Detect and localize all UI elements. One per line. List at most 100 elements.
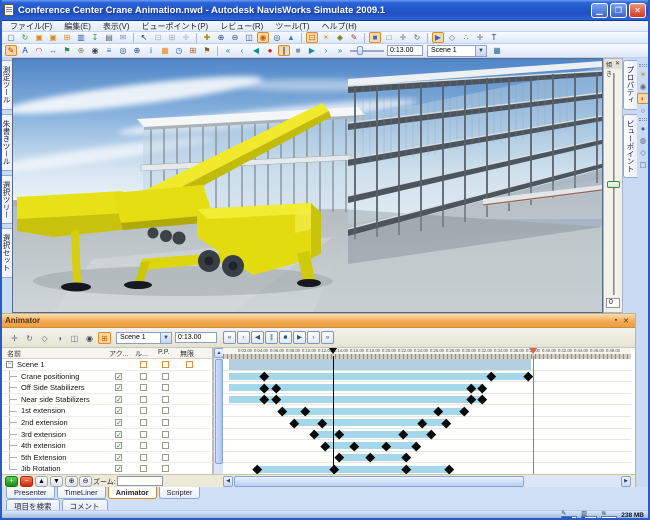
tree-row[interactable]: Crane positioning	[1, 371, 213, 383]
loop-checkbox[interactable]	[140, 442, 147, 449]
pp-checkbox[interactable]	[162, 384, 169, 391]
slider-thumb[interactable]	[357, 46, 363, 55]
timeline-row[interactable]	[223, 382, 631, 394]
tilt-close-icon[interactable]: ✕	[615, 60, 620, 68]
pp-checkbox[interactable]	[162, 419, 169, 426]
step-back-button[interactable]: ‹	[237, 331, 250, 344]
animation-position-slider[interactable]	[350, 46, 384, 55]
loop-checkbox[interactable]	[140, 361, 147, 368]
clock-timeliner-icon[interactable]: ◷	[173, 45, 185, 56]
nav-cube-icon[interactable]: ■	[369, 32, 381, 43]
no-lights-icon[interactable]: ○	[637, 105, 649, 116]
scroll-left-icon[interactable]: ◀	[223, 476, 233, 487]
panel-tab-timeliner[interactable]: TimeLiner	[57, 487, 106, 499]
pp-checkbox[interactable]	[162, 396, 169, 403]
step-back-icon[interactable]: ‹	[236, 45, 248, 56]
shaded-render-icon[interactable]: ◍	[637, 135, 649, 146]
infinite-checkbox[interactable]	[186, 361, 193, 368]
keyframe-key-icon[interactable]: ◆	[334, 32, 346, 43]
panel-tab-presenter[interactable]: Presenter	[6, 487, 55, 499]
cloud-markup-icon[interactable]: ◠	[33, 45, 45, 56]
tilt-slider-handle[interactable]	[607, 181, 620, 188]
timeline-ruler[interactable]: 0:02.000:04.000:06.000:08.000:10.000:12.…	[223, 348, 631, 359]
loop-checkbox[interactable]	[140, 419, 147, 426]
timeline-row[interactable]	[223, 417, 631, 429]
pp-checkbox[interactable]	[162, 442, 169, 449]
chevron-down-icon[interactable]: ▼	[160, 333, 171, 343]
zoom-in-timeline-button[interactable]: ⊕	[65, 476, 78, 487]
play-reverse-icon[interactable]: ◀	[250, 45, 262, 56]
play-reverse-button[interactable]: ◀	[251, 331, 264, 344]
edit-pencil-icon[interactable]: ✎	[348, 32, 360, 43]
active-checkbox[interactable]	[115, 431, 122, 438]
active-checkbox[interactable]	[115, 384, 122, 391]
playhead-marker[interactable]	[329, 348, 337, 354]
active-checkbox[interactable]	[115, 454, 122, 461]
pin-icon[interactable]: ▪	[611, 317, 621, 324]
menu-item-2[interactable]: 表示(V)	[97, 21, 136, 32]
right-tab-1[interactable]: ビューポイント	[623, 114, 637, 179]
fly-icon[interactable]: ▲	[285, 32, 297, 43]
wireframe-render-icon[interactable]: ◇	[637, 147, 649, 158]
loop-checkbox[interactable]	[140, 465, 147, 472]
pp-checkbox[interactable]	[162, 407, 169, 414]
timeline-row[interactable]	[223, 371, 631, 383]
info-icon[interactable]: i	[145, 45, 157, 56]
tag-flag-icon[interactable]: ⚑	[61, 45, 73, 56]
expander-icon[interactable]: −	[6, 361, 13, 368]
rotate-gizmo-icon[interactable]: ↻	[411, 32, 423, 43]
text-note-icon[interactable]: A	[19, 45, 31, 56]
menu-item-5[interactable]: ツール(T)	[269, 21, 315, 32]
polygon-tool-icon[interactable]: ◇	[446, 32, 458, 43]
animator-time-field[interactable]	[175, 332, 217, 343]
layers-icon[interactable]: ≡	[103, 45, 115, 56]
scene-lights-icon[interactable]: ◉	[637, 81, 649, 92]
tree-row[interactable]: 4th extension	[1, 440, 213, 452]
pp-checkbox[interactable]	[162, 431, 169, 438]
restore-button[interactable]: ❐	[610, 3, 627, 18]
menu-item-6[interactable]: ヘルプ(H)	[316, 21, 363, 32]
tilt-value[interactable]: 0	[606, 298, 620, 308]
pp-checkbox[interactable]	[162, 373, 169, 380]
timeline-row[interactable]	[223, 452, 631, 464]
pause-icon[interactable]: ∥	[278, 45, 290, 56]
text-tool-icon[interactable]: T	[488, 32, 500, 43]
close-icon[interactable]: ✕	[621, 317, 631, 325]
add-animation-button[interactable]: +	[5, 476, 18, 487]
import-file-icon[interactable]: ↧	[89, 32, 101, 43]
zoom-out-icon[interactable]: ⊖	[229, 32, 241, 43]
light-lamp-icon[interactable]: ☀	[320, 32, 332, 43]
active-checkbox[interactable]	[115, 396, 122, 403]
color-anim-set-icon[interactable]: ◑	[53, 332, 66, 344]
chevron-down-icon[interactable]: ▼	[475, 46, 486, 56]
toolbox-icon[interactable]: ▦	[159, 45, 171, 56]
cube-wire-icon[interactable]: □	[383, 32, 395, 43]
move-down-button[interactable]: ▼	[50, 476, 63, 487]
loop-checkbox[interactable]	[140, 431, 147, 438]
tree-row[interactable]: Near side Stabilizers	[1, 394, 213, 406]
animation-time-field[interactable]	[387, 45, 423, 56]
right-tab-0[interactable]: プロパティ	[623, 60, 637, 110]
walk-mode-icon[interactable]: ⊡	[306, 32, 318, 43]
loop-checkbox[interactable]	[140, 373, 147, 380]
step-forward-icon[interactable]: ›	[320, 45, 332, 56]
panel-tab-animator[interactable]: Animator	[108, 487, 157, 499]
minimize-button[interactable]: ▁	[591, 3, 608, 18]
menu-item-3[interactable]: ビューポイント(P)	[136, 21, 215, 32]
translate-anim-set-icon[interactable]: ✛	[8, 332, 21, 344]
select-pointer-icon[interactable]: ↖	[138, 32, 150, 43]
scroll-right-icon[interactable]: ▶	[621, 476, 631, 487]
timeline-hscrollbar[interactable]: ◀ ▶	[223, 476, 631, 487]
tree-row[interactable]: 5th Extension	[1, 452, 213, 464]
play-button[interactable]: ▶	[293, 331, 306, 344]
move-tool-icon[interactable]: ✛	[474, 32, 486, 43]
head-light-icon[interactable]: ◐	[637, 93, 649, 104]
pp-checkbox[interactable]	[162, 454, 169, 461]
camera-snapshot-icon[interactable]: ◉	[89, 45, 101, 56]
animation-bar[interactable]	[325, 442, 416, 449]
fast-forward-button[interactable]: »	[321, 331, 334, 344]
send-mail-icon[interactable]: ✉	[117, 32, 129, 43]
menu-item-0[interactable]: ファイル(F)	[4, 21, 58, 32]
tree-scroll-thumb[interactable]	[215, 359, 223, 464]
hidden-line-render-icon[interactable]: ▢	[637, 159, 649, 170]
